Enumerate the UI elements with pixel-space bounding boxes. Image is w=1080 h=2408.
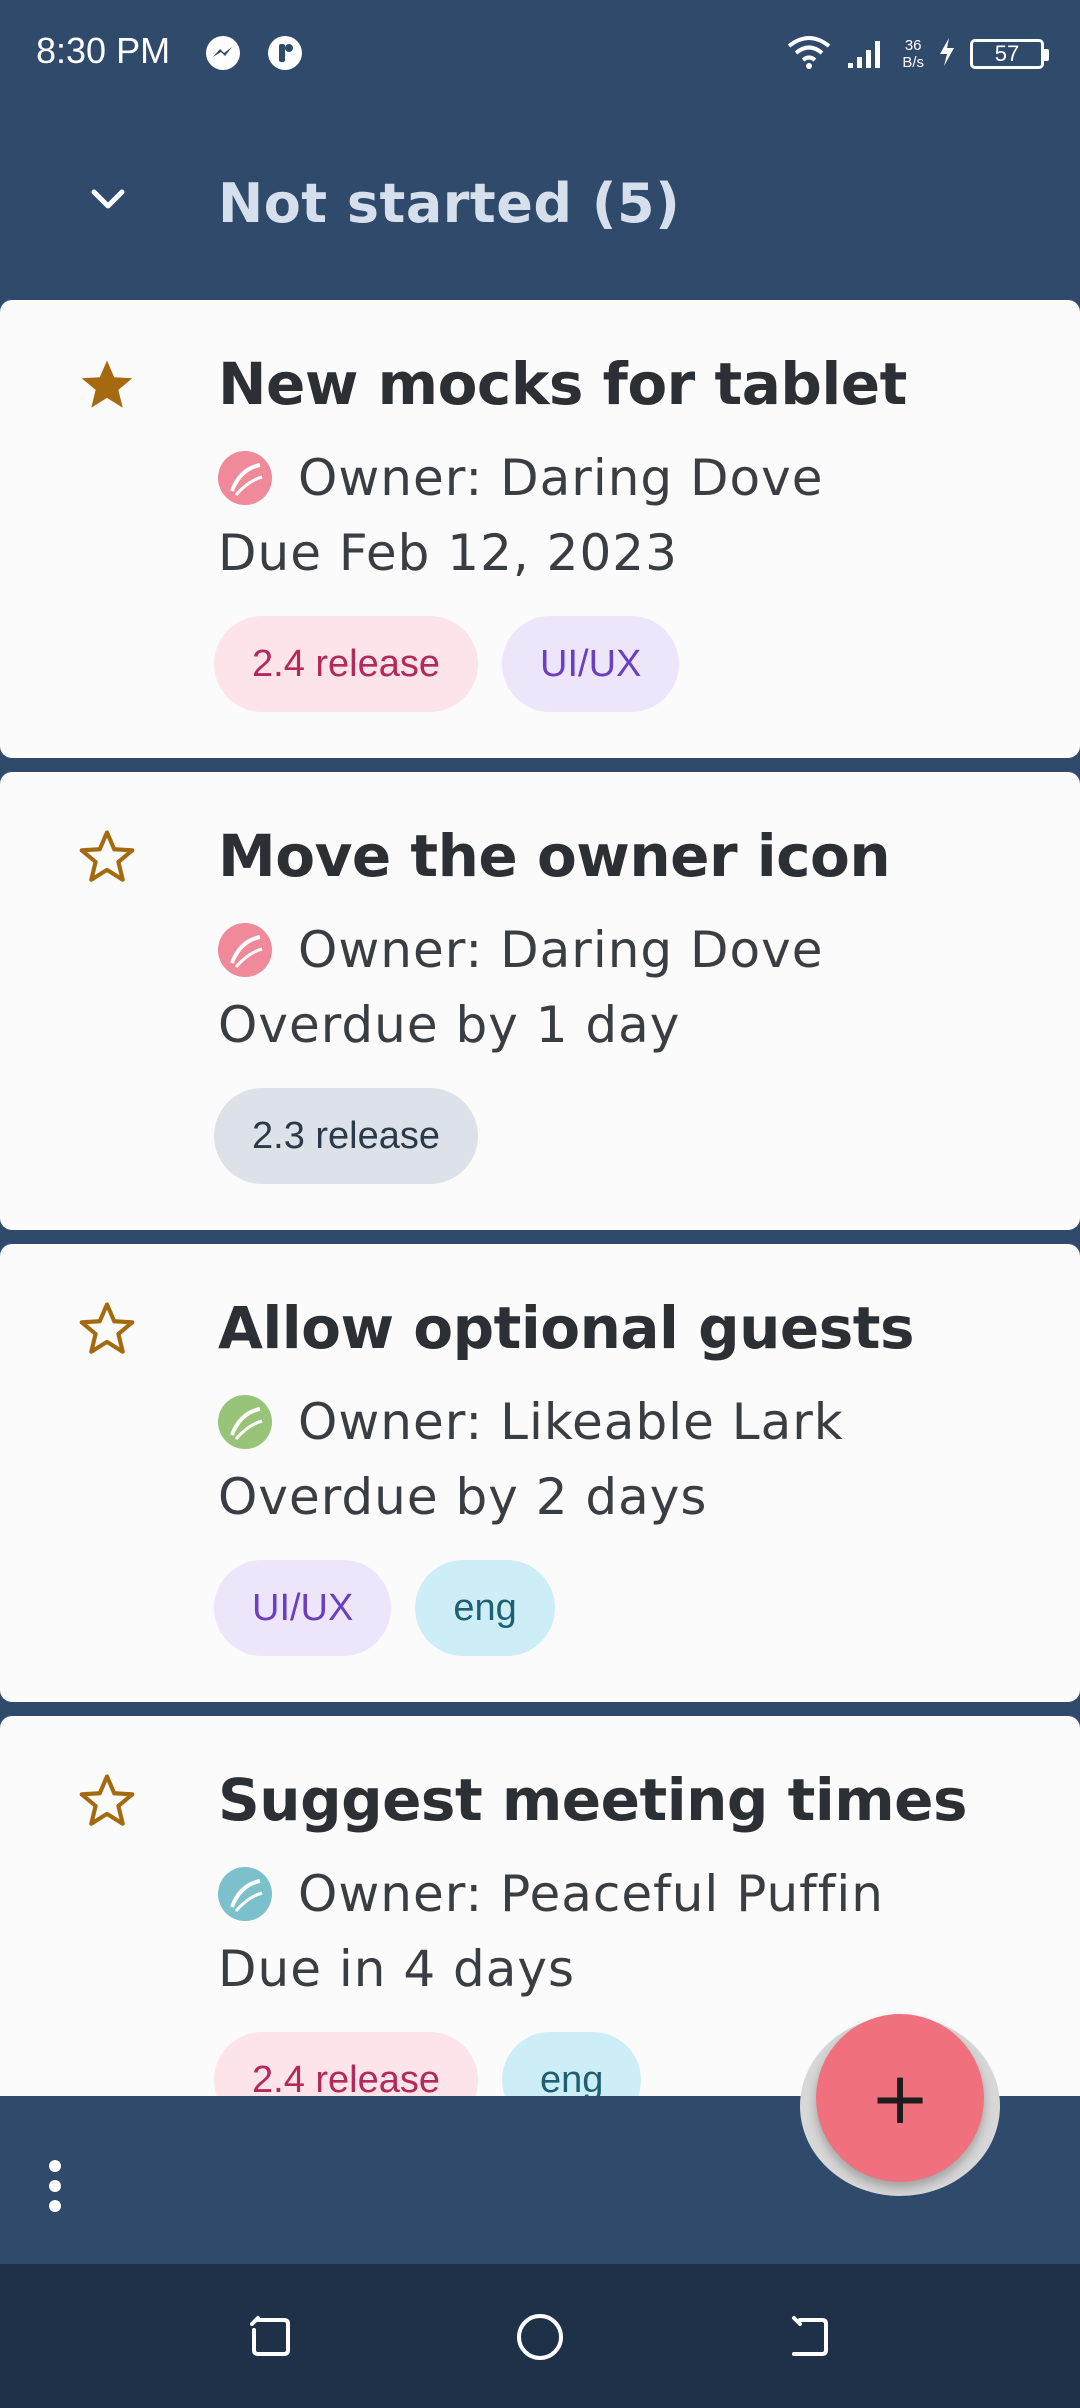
tag-list: 2.4 release eng — [214, 2032, 642, 2096]
more-vert-icon[interactable] — [30, 2156, 80, 2216]
plus-icon: + — [869, 2056, 931, 2140]
tag-chip[interactable]: 2.4 release — [214, 616, 479, 712]
task-owner: Owner: Daring Dove — [298, 449, 824, 507]
recents-icon[interactable] — [244, 2310, 298, 2364]
avatar — [218, 1867, 272, 1921]
chevron-down-icon[interactable] — [76, 168, 140, 232]
signal-icon — [846, 35, 888, 73]
battery-indicator: 57 — [970, 39, 1049, 69]
charging-icon — [938, 37, 956, 71]
status-right-group: 36 B/s 57 — [786, 30, 1049, 78]
owner-row: Owner: Peaceful Puffin — [218, 1864, 884, 1924]
task-due: Overdue by 2 days — [218, 1468, 708, 1526]
star-outline-icon[interactable] — [76, 1770, 138, 1832]
task-owner: Owner: Likeable Lark — [298, 1393, 844, 1451]
avatar — [218, 451, 272, 505]
net-speed-unit: B/s — [902, 54, 924, 71]
back-icon[interactable] — [782, 2310, 836, 2364]
star-filled-icon[interactable] — [76, 354, 138, 416]
tag-chip[interactable]: eng — [415, 1560, 555, 1656]
tag-chip[interactable]: 2.3 release — [214, 1088, 479, 1184]
task-card[interactable]: Allow optional guests Owner: Likeable La… — [0, 1244, 1080, 1702]
owner-row: Owner: Likeable Lark — [218, 1392, 844, 1452]
owner-row: Owner: Daring Dove — [218, 448, 823, 508]
status-time: 8:30 PM — [36, 30, 171, 71]
task-card[interactable]: New mocks for tablet Owner: Daring Dove … — [0, 300, 1080, 758]
task-title: Suggest meeting times — [218, 1766, 968, 1834]
task-list: New mocks for tablet Owner: Daring Dove … — [0, 300, 1080, 2096]
net-speed: 36 B/s — [902, 37, 924, 71]
section-title: Not started (5) — [218, 172, 681, 235]
owner-row: Owner: Daring Dove — [218, 920, 823, 980]
tag-list: 2.3 release — [214, 1088, 479, 1184]
avatar — [218, 923, 272, 977]
task-owner: Owner: Daring Dove — [298, 921, 824, 979]
status-bar: 8:30 PM 36 B/s 57 — [0, 0, 1080, 108]
task-owner: Owner: Peaceful Puffin — [298, 1865, 884, 1923]
tag-list: 2.4 release UI/UX — [214, 616, 680, 712]
add-task-button[interactable]: + — [816, 2014, 984, 2182]
app-notification-icon — [266, 34, 304, 72]
avatar — [218, 1395, 272, 1449]
tag-chip[interactable]: 2.4 release — [214, 2032, 479, 2096]
task-title: Allow optional guests — [218, 1294, 915, 1362]
messenger-icon — [204, 34, 242, 72]
task-title: New mocks for tablet — [218, 350, 907, 418]
tag-chip[interactable]: eng — [502, 2032, 642, 2096]
task-due: Due Feb 12, 2023 — [218, 524, 678, 582]
star-outline-icon[interactable] — [76, 1298, 138, 1360]
tag-chip[interactable]: UI/UX — [502, 616, 680, 712]
star-outline-icon[interactable] — [76, 826, 138, 888]
section-header: Not started (5) — [0, 108, 1080, 298]
task-due: Overdue by 1 day — [218, 996, 681, 1054]
wifi-icon — [786, 34, 832, 74]
tag-chip[interactable]: UI/UX — [214, 1560, 392, 1656]
task-title: Move the owner icon — [218, 822, 891, 890]
tag-list: UI/UX eng — [214, 1560, 555, 1656]
task-card[interactable]: Move the owner icon Owner: Daring Dove O… — [0, 772, 1080, 1230]
home-icon[interactable] — [513, 2310, 567, 2364]
task-due: Due in 4 days — [218, 1940, 576, 1998]
system-nav-bar — [0, 2264, 1080, 2408]
net-speed-value: 36 — [904, 37, 922, 54]
